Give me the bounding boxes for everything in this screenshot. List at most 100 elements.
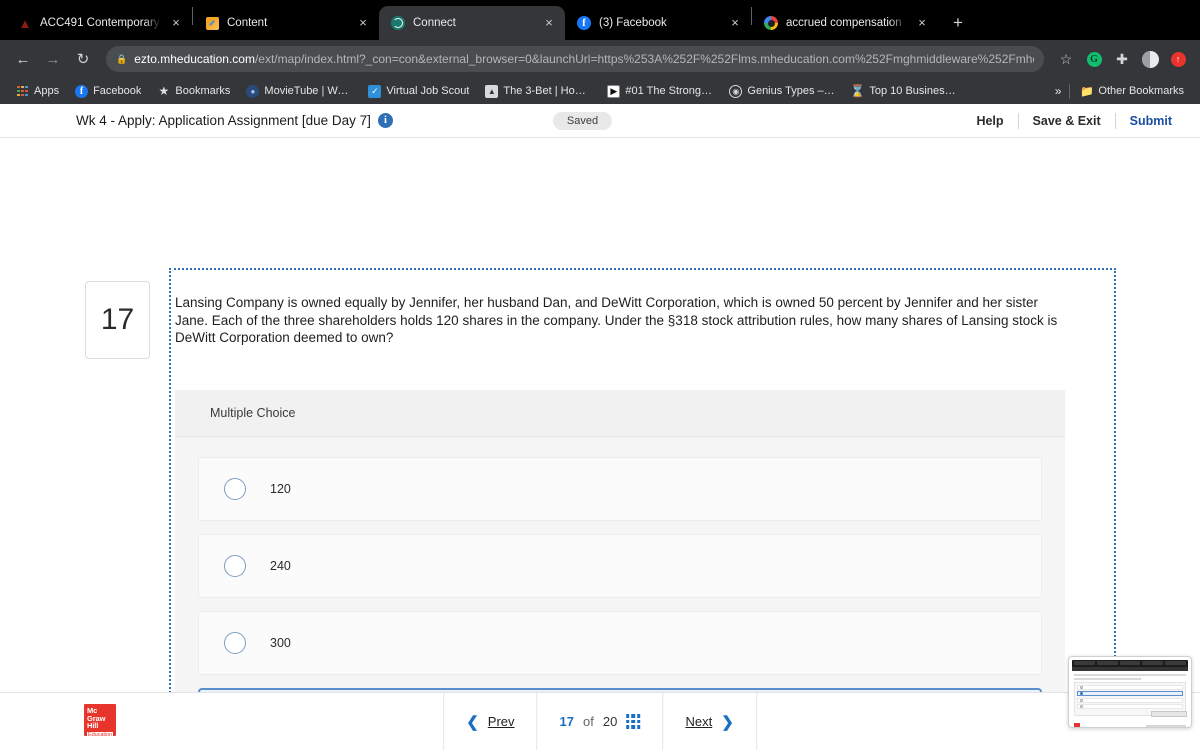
thumbnail-option (1077, 697, 1183, 703)
bookmark-label: Apps (34, 85, 60, 97)
bookmark-virtual-job-scout[interactable]: ✓ Virtual Job Scout (362, 83, 475, 100)
radio-button[interactable] (224, 478, 246, 500)
bookmark-strongest[interactable]: ▶ #01 The Strongest... (601, 83, 719, 100)
option-label: 300 (270, 636, 291, 650)
genius-types-icon: ◉ (729, 84, 743, 98)
bookmark-other-bookmarks[interactable]: 📁 Other Bookmarks (1074, 83, 1190, 100)
browser-window: ▲ ACC491 Contemporary Auditing × Content… (0, 0, 1200, 750)
browser-tab-acc491[interactable]: ▲ ACC491 Contemporary Auditing × (6, 6, 192, 40)
bookmark-apps[interactable]: Apps (10, 83, 65, 100)
thumbnail-scrollbar (1151, 711, 1187, 717)
tab-title: Content (227, 17, 268, 29)
bookmark-label: Other Bookmarks (1098, 85, 1184, 97)
connect-icon (390, 15, 406, 31)
top10-icon: ⌛ (850, 84, 866, 98)
grid-icon[interactable] (626, 714, 641, 729)
radio-button[interactable] (224, 555, 246, 577)
content-icon (204, 15, 220, 31)
close-icon[interactable]: × (355, 15, 371, 31)
facebook-icon: f (75, 84, 89, 98)
bookmark-top10-business[interactable]: ⌛ Top 10 Business P... (845, 83, 963, 100)
bookmark-label: MovieTube | Watc... (264, 85, 353, 97)
bookmark-star-icon[interactable]: ☆ (1054, 47, 1078, 71)
bookmark-facebook[interactable]: f Facebook (69, 83, 147, 100)
browser-tab-content[interactable]: Content × (193, 6, 379, 40)
url-text: ezto.mheducation.com/ext/map/index.html?… (134, 52, 1034, 66)
browser-tab-google-search[interactable]: accrued compensation - Google × (752, 6, 938, 40)
thumbnail-toolbar (1072, 667, 1188, 671)
bookmark-bookmarks[interactable]: ★ Bookmarks (151, 83, 236, 100)
address-bar[interactable]: 🔒 ezto.mheducation.com/ext/map/index.htm… (106, 46, 1044, 72)
extension-red-icon[interactable]: ↑ (1166, 47, 1190, 71)
save-and-exit-button[interactable]: Save & Exit (1019, 114, 1115, 128)
prev-label: Prev (487, 714, 515, 729)
tab-title: Connect (413, 17, 456, 29)
extension-green-icon[interactable]: G (1082, 47, 1106, 71)
help-button[interactable]: Help (962, 114, 1017, 128)
back-icon[interactable]: ← (10, 46, 36, 72)
browser-tab-connect[interactable]: Connect × (379, 6, 565, 40)
star-icon: ★ (158, 84, 170, 98)
thumbnail-line (1074, 674, 1186, 676)
submit-button[interactable]: Submit (1116, 114, 1186, 128)
thumbnail-logo (1074, 723, 1080, 727)
apps-grid-icon (16, 85, 29, 98)
new-tab-button[interactable]: + (944, 9, 972, 37)
prev-button[interactable]: ❮ Prev (443, 693, 536, 750)
next-button[interactable]: Next ❯ (662, 693, 757, 750)
thumbnail-footer (1072, 722, 1188, 727)
avatar-icon[interactable] (1138, 47, 1162, 71)
close-icon[interactable]: × (168, 15, 184, 31)
three-bet-icon: ▲ (485, 84, 499, 98)
virtual-job-scout-icon: ✓ (368, 84, 382, 98)
tab-title: accrued compensation - Google (786, 17, 907, 29)
bookmark-genius-types[interactable]: ◉ Genius Types – Bu... (723, 83, 841, 100)
option-label: 240 (270, 559, 291, 573)
close-icon[interactable]: × (914, 15, 930, 31)
thumbnail-option-selected (1077, 691, 1183, 696)
page-thumbnail-preview[interactable] (1068, 656, 1192, 728)
page-content: Wk 4 - Apply: Application Assignment [du… (0, 104, 1200, 750)
lock-icon: 🔒 (116, 53, 128, 64)
forward-icon[interactable]: → (40, 46, 66, 72)
close-icon[interactable]: × (541, 15, 557, 31)
google-icon (763, 15, 779, 31)
tab-strip: ▲ ACC491 Contemporary Auditing × Content… (0, 0, 1200, 40)
next-label: Next (685, 714, 713, 729)
close-icon[interactable]: × (727, 15, 743, 31)
assignment-footer: Mc Graw Hill Education ❮ Prev 17 of 20 N… (0, 692, 1200, 750)
option-240[interactable]: 240 (198, 534, 1042, 598)
bookmark-label: #01 The Strongest... (625, 85, 713, 97)
assignment-actions: Help Save & Exit Submit (962, 112, 1186, 129)
bookmarks-overflow-icon[interactable]: » (1051, 84, 1066, 98)
browser-tab-facebook[interactable]: f (3) Facebook × (565, 6, 751, 40)
bookmarks-divider (1069, 83, 1071, 99)
option-120[interactable]: 120 (198, 457, 1042, 521)
logo-line-3: Hill (87, 721, 99, 731)
option-300[interactable]: 300 (198, 611, 1042, 675)
radio-button[interactable] (224, 632, 246, 654)
thumbnail-pager (1146, 724, 1186, 727)
total-pages: 20 (602, 714, 618, 729)
movietube-icon: ● (246, 84, 260, 98)
question-text: Lansing Company is owned equally by Jenn… (175, 295, 1058, 346)
reload-icon[interactable]: ↻ (70, 46, 96, 72)
bookmark-three-bet[interactable]: ▲ The 3-Bet | How T... (479, 83, 597, 100)
bookmark-label: Bookmarks (175, 85, 231, 97)
status-badge: Saved (552, 111, 613, 130)
question-number: 17 (85, 281, 150, 359)
mcgraw-hill-logo: Mc Graw Hill Education (84, 704, 116, 740)
folder-icon: 📁 (1080, 85, 1094, 98)
question-pager: ❮ Prev 17 of 20 Next ❯ (443, 693, 757, 750)
bookmark-movietube[interactable]: ● MovieTube | Watc... (240, 83, 358, 100)
page-title: Wk 4 - Apply: Application Assignment [du… (76, 113, 371, 128)
info-icon[interactable]: i (377, 113, 393, 128)
browser-toolbar: ← → ↻ 🔒 ezto.mheducation.com/ext/map/ind… (0, 40, 1200, 78)
page-of-label: of (582, 714, 594, 729)
extensions-puzzle-icon[interactable]: ✚ (1110, 47, 1134, 71)
bookmark-label: Virtual Job Scout (386, 85, 470, 97)
thumbnail-guide-vertical (1139, 656, 1141, 657)
assignment-header: Wk 4 - Apply: Application Assignment [du… (0, 104, 1200, 138)
option-label: 120 (270, 482, 291, 496)
tab-title: ACC491 Contemporary Auditing (40, 17, 161, 29)
